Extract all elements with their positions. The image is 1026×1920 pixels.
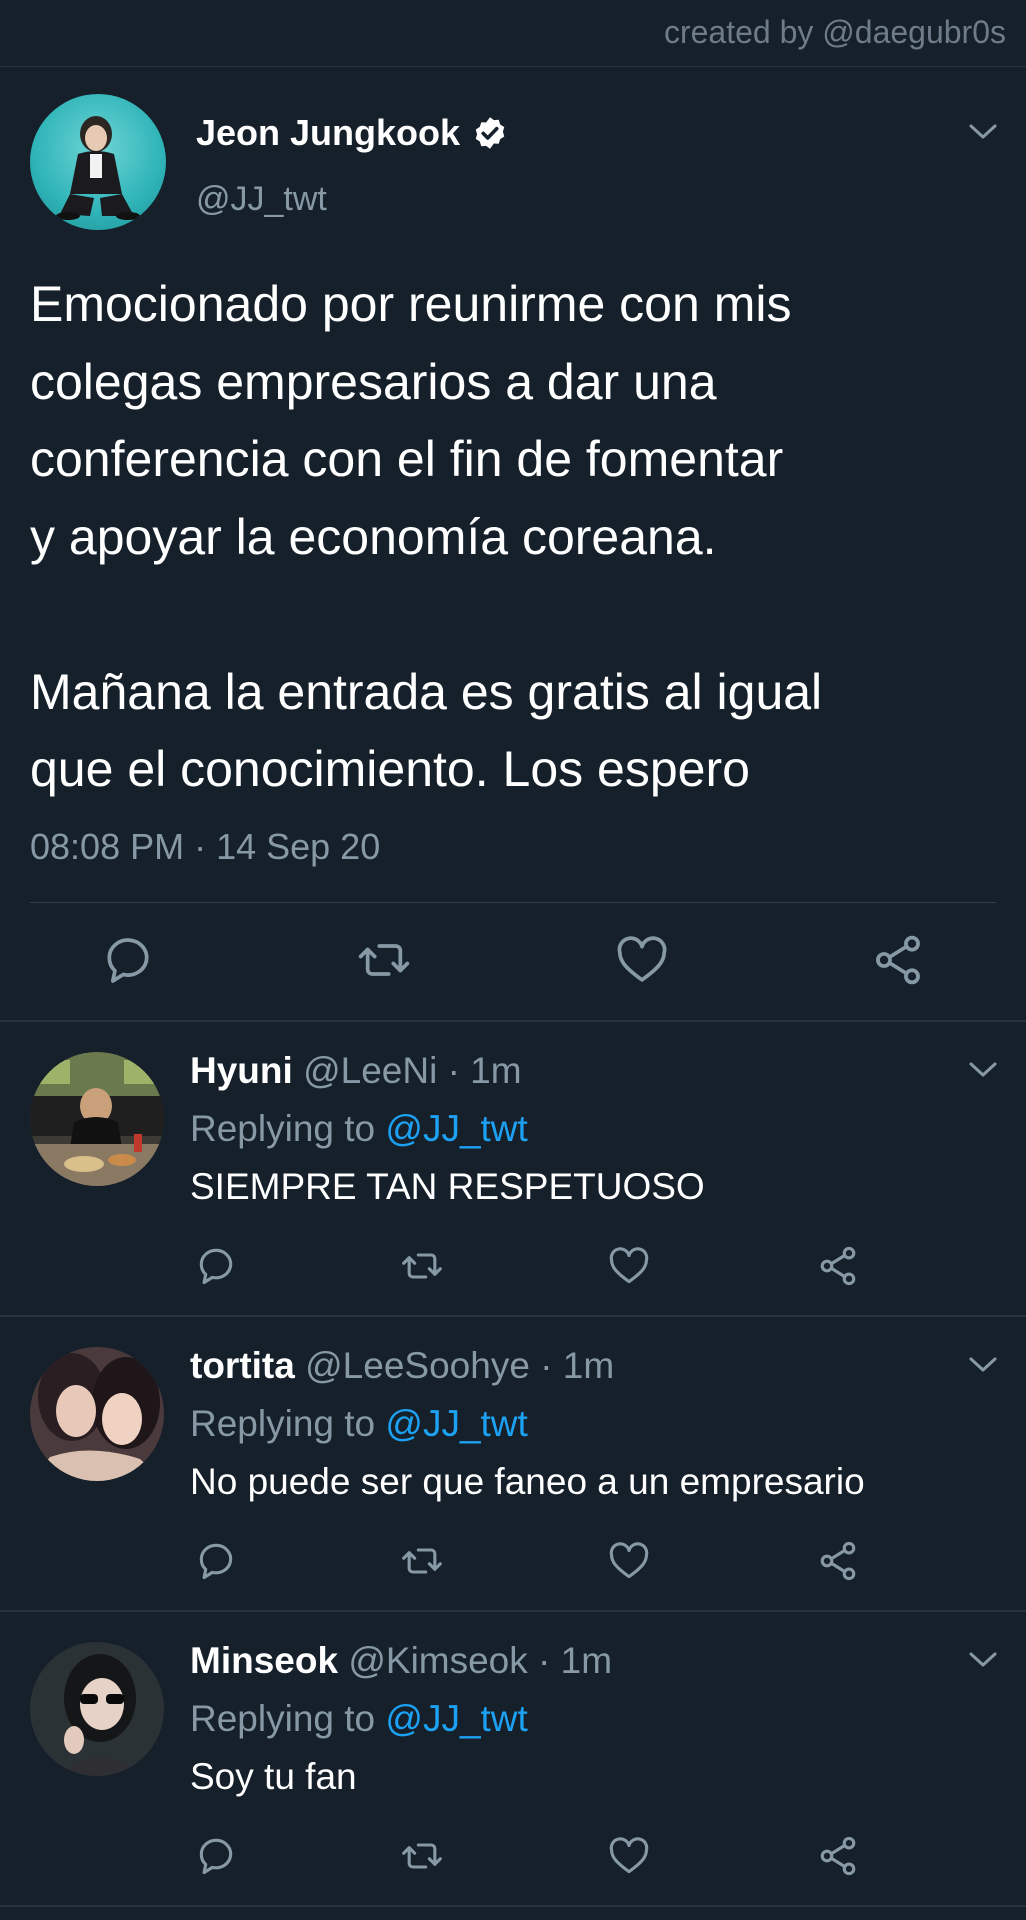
author-name-row[interactable]: Jeon Jungkook (196, 112, 508, 154)
reply-header[interactable]: tortita @LeeSoohye · 1m (190, 1345, 614, 1387)
reply-tweet[interactable]: Minseok @Kimseok · 1m Replying to @JJ_tw… (0, 1612, 1026, 1906)
replying-to: Replying to @JJ_twt (190, 1698, 528, 1740)
credit-text: created by @daegubr0s (663, 14, 1006, 50)
chevron-down-icon[interactable] (968, 122, 998, 142)
chevron-down-icon[interactable] (968, 1650, 998, 1670)
mention-link[interactable]: @JJ_twt (385, 1108, 527, 1149)
retweet-icon[interactable] (400, 1834, 444, 1878)
reply-meta: @LeeSoohye · 1m (305, 1345, 615, 1386)
reply-tweet[interactable]: tortita @LeeSoohye · 1m Replying to @JJ_… (0, 1317, 1026, 1611)
reply-author-name[interactable]: Minseok (190, 1640, 338, 1681)
reply-icon[interactable] (194, 1539, 238, 1583)
avatar[interactable] (30, 1052, 164, 1186)
reply-text: Soy tu fan (190, 1756, 357, 1797)
main-tweet: Jeon Jungkook @JJ_twt Emocionado por reu… (0, 66, 1026, 1020)
replying-to: Replying to @JJ_twt (190, 1403, 528, 1445)
reply-header[interactable]: Hyuni @LeeNi · 1m (190, 1050, 522, 1092)
like-icon[interactable] (614, 932, 670, 988)
chevron-down-icon[interactable] (968, 1355, 998, 1375)
like-icon[interactable] (607, 1539, 651, 1583)
author-handle[interactable]: @JJ_twt (196, 180, 327, 219)
reply-icon[interactable] (194, 1244, 238, 1288)
replying-to: Replying to @JJ_twt (190, 1108, 528, 1150)
avatar[interactable] (30, 1347, 164, 1481)
author-name[interactable]: Jeon Jungkook (196, 112, 460, 154)
replying-label: Replying to (190, 1403, 386, 1444)
reply-text: SIEMPRE TAN RESPETUOSO (190, 1166, 705, 1207)
reply-header[interactable]: Minseok @Kimseok · 1m (190, 1640, 612, 1682)
like-icon[interactable] (607, 1244, 651, 1288)
retweet-icon[interactable] (400, 1539, 444, 1583)
divider (30, 902, 996, 903)
replying-label: Replying to (190, 1108, 386, 1149)
share-icon[interactable] (816, 1834, 860, 1878)
reply-text: No puede ser que faneo a un empresario (190, 1461, 865, 1502)
avatar[interactable] (30, 94, 166, 230)
reply-icon[interactable] (100, 932, 156, 988)
like-icon[interactable] (607, 1834, 651, 1878)
mention-link[interactable]: @JJ_twt (385, 1698, 527, 1739)
share-icon[interactable] (816, 1244, 860, 1288)
reply-tweet[interactable]: Hyuni @LeeNi · 1m Replying to @JJ_twt SI… (0, 1022, 1026, 1316)
reply-meta: @LeeNi · 1m (303, 1050, 522, 1091)
avatar[interactable] (30, 1642, 164, 1776)
reply-author-name[interactable]: Hyuni (190, 1050, 293, 1091)
reply-author-name[interactable]: tortita (190, 1345, 295, 1386)
replying-label: Replying to (190, 1698, 386, 1739)
tweet-timestamp[interactable]: 08:08 PM · 14 Sep 20 (30, 826, 380, 868)
share-icon[interactable] (816, 1539, 860, 1583)
reply-icon[interactable] (194, 1834, 238, 1878)
divider (0, 1905, 1026, 1907)
retweet-icon[interactable] (356, 932, 412, 988)
retweet-icon[interactable] (400, 1244, 444, 1288)
verified-badge-icon (472, 115, 508, 151)
reply-meta: @Kimseok · 1m (348, 1640, 613, 1681)
mention-link[interactable]: @JJ_twt (385, 1403, 527, 1444)
tweet-text: Emocionado por reunirme con mis colegas … (30, 276, 823, 797)
share-icon[interactable] (870, 932, 926, 988)
tweet-actions (0, 932, 1026, 1002)
chevron-down-icon[interactable] (968, 1060, 998, 1080)
